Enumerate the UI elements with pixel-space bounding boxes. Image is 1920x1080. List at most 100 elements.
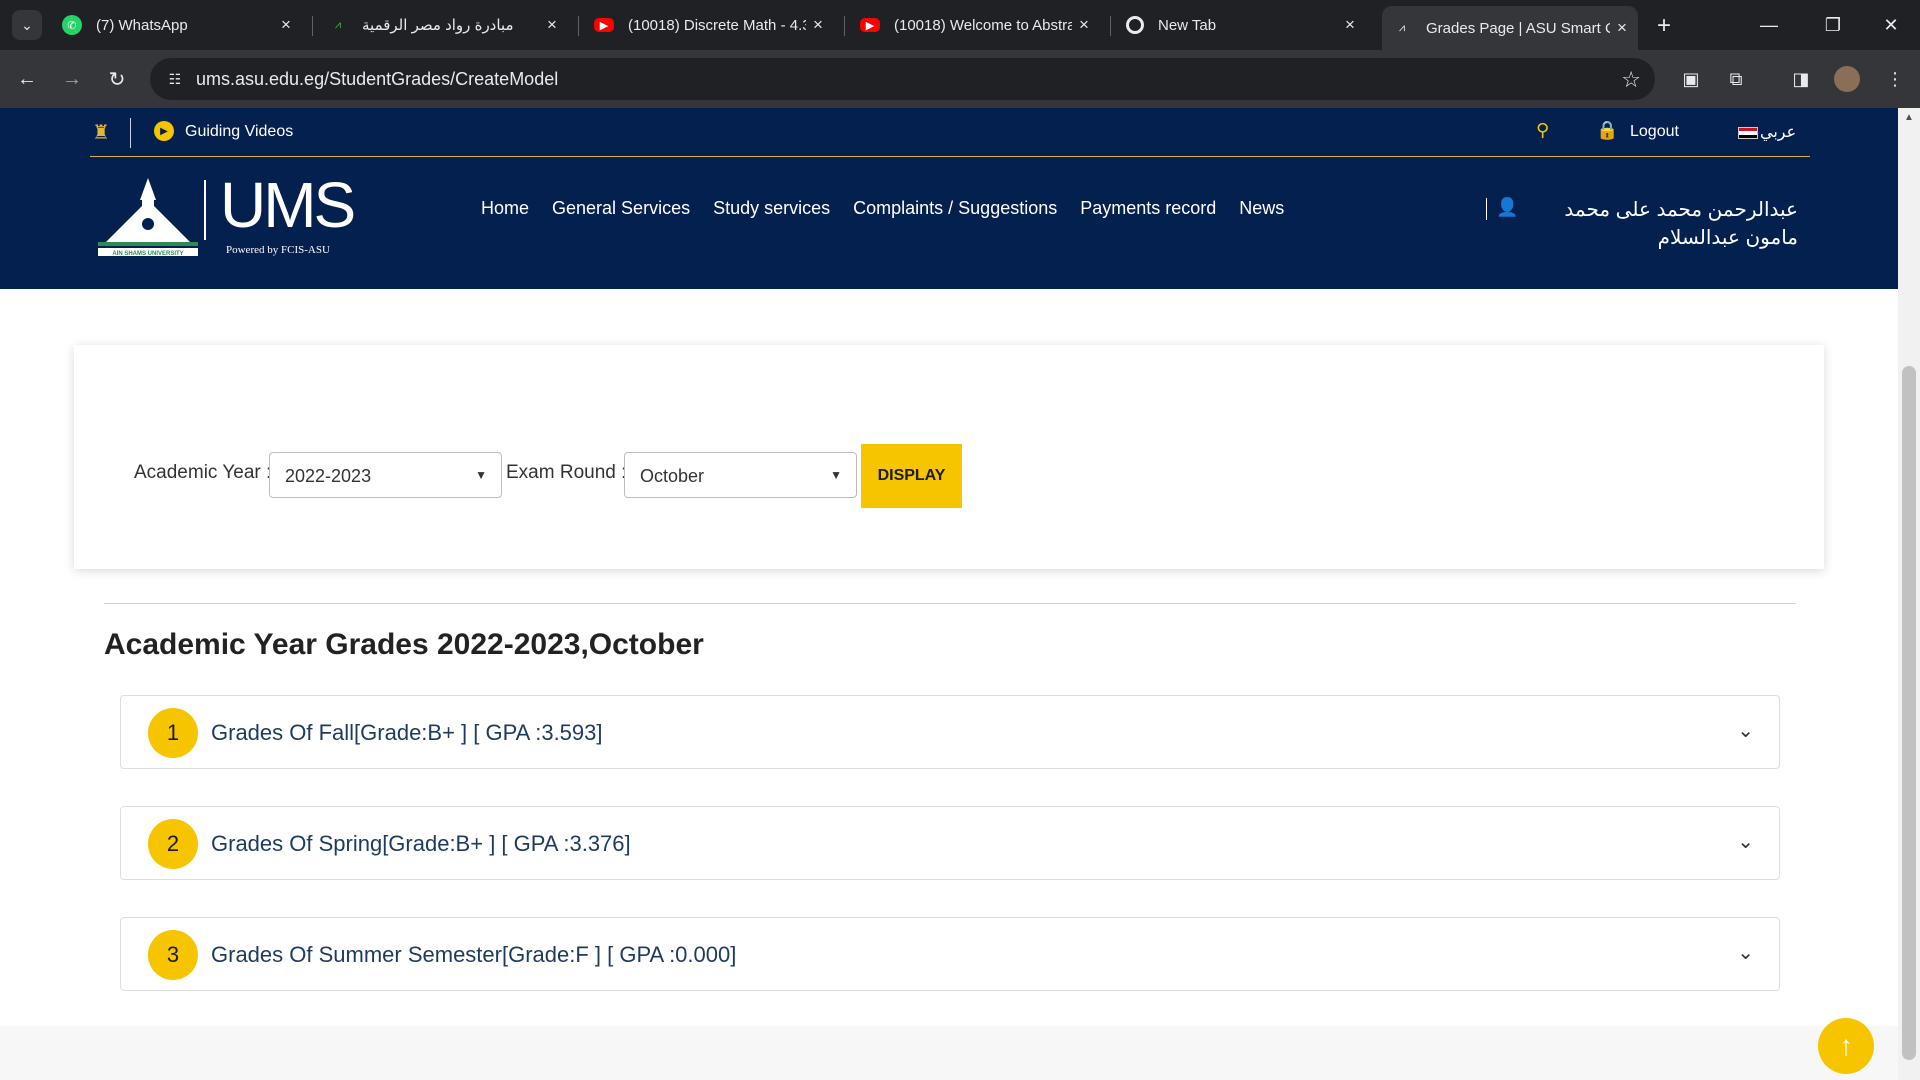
chevron-down-icon[interactable]: ⌄ — [1737, 718, 1754, 743]
powered-by-text: Powered by FCIS-ASU — [226, 244, 330, 256]
tab-abstract[interactable]: ▶ (10018) Welcome to Abstra × — [850, 8, 1100, 42]
tab-separator — [1110, 16, 1111, 36]
nav-study-services[interactable]: Study services — [713, 198, 830, 219]
ums-logo-text: UMS — [220, 169, 356, 241]
university-label: AIN SHAMS UNIVERSITY — [112, 251, 183, 257]
divider — [130, 118, 131, 148]
tab-title: (7) WhatsApp — [96, 16, 188, 34]
ain-shams-logo-icon: AIN SHAMS UNIVERSITY — [98, 178, 198, 257]
close-icon: ✕ — [1883, 14, 1899, 35]
nav-general-services[interactable]: General Services — [552, 198, 690, 219]
semester-number-badge: 2 — [148, 819, 198, 869]
close-icon[interactable]: × — [1338, 13, 1362, 37]
youtube-icon: ▶ — [860, 18, 880, 32]
logout-link[interactable]: Logout — [1630, 123, 1679, 141]
semester-number-badge: 3 — [148, 930, 198, 980]
caret-down-icon: ▼ — [475, 468, 487, 482]
restore-icon: ❐ — [1824, 14, 1842, 35]
scroll-up-arrow-icon[interactable]: ▲ — [1904, 112, 1914, 123]
tab-rowad[interactable]: ⩘ مبادرة رواد مصر الرقمية × — [318, 8, 568, 42]
browser-tab-bar: ⌄ ✆ (7) WhatsApp × ⩘ مبادرة رواد مصر الر… — [0, 0, 1920, 50]
top-strip: ♜ ▶ Guiding Videos ⚲ 🔒 Logout عربي — [90, 108, 1810, 157]
tab-title: Grades Page | ASU Smart C — [1426, 19, 1610, 37]
close-icon[interactable]: × — [540, 13, 564, 37]
tab-search-button[interactable]: ⌄ — [12, 10, 42, 40]
semester-number-badge: 1 — [148, 708, 198, 758]
minimize-button[interactable]: — — [1754, 10, 1784, 40]
reload-button[interactable]: ↻ — [102, 64, 132, 94]
scrollbar-thumb[interactable] — [1902, 366, 1916, 1060]
academic-year-select[interactable]: 2022-2023 ▼ — [269, 452, 502, 498]
arrow-right-icon: → — [62, 67, 82, 90]
profile-avatar[interactable] — [1834, 66, 1860, 92]
menu-icon[interactable]: ⋮ — [1880, 64, 1910, 94]
close-window-button[interactable]: ✕ — [1876, 10, 1906, 40]
url-text: ums.asu.edu.eg/StudentGrades/CreateModel — [196, 69, 559, 89]
screencast-icon[interactable]: ▣ — [1676, 64, 1706, 94]
side-panel-icon[interactable]: ◨ — [1786, 64, 1816, 94]
chevron-down-icon[interactable]: ⌄ — [1737, 829, 1754, 854]
logo-divider — [204, 180, 206, 240]
nav-complaints-suggestions[interactable]: Complaints / Suggestions — [853, 198, 1057, 219]
tab-grades-page[interactable]: ⩘ Grades Page | ASU Smart C × — [1382, 6, 1638, 50]
semester-label: Grades Of Fall[Grade:B+ ] [ GPA :3.593] — [211, 720, 603, 745]
nav-payments-record[interactable]: Payments record — [1080, 198, 1216, 219]
tab-title: مبادرة رواد مصر الرقمية — [362, 17, 514, 34]
tab-separator — [312, 16, 313, 36]
exam-round-value: October — [640, 466, 705, 486]
semester-label: Grades Of Summer Semester[Grade:F ] [ GP… — [211, 942, 737, 967]
rowad-icon: ⩘ — [334, 18, 342, 31]
play-icon[interactable]: ▶ — [154, 121, 174, 141]
caret-down-icon: ▼ — [830, 468, 842, 482]
tab-title: (10018) Welcome to Abstra — [894, 16, 1072, 34]
tab-title: New Tab — [1158, 16, 1217, 34]
scroll-to-top-button[interactable]: ↑ — [1818, 1018, 1874, 1074]
asu-icon: ⩘ — [1398, 21, 1406, 34]
minimize-icon: — — [1760, 14, 1778, 35]
site-info-icon[interactable]: ☷ — [164, 68, 186, 90]
chevron-down-icon: ⌄ — [21, 16, 33, 33]
whatsapp-icon: ✆ — [62, 15, 82, 35]
tab-discrete-math[interactable]: ▶ (10018) Discrete Math - 4.3 × — [584, 8, 834, 42]
semester-label: Grades Of Spring[Grade:B+ ] [ GPA :3.376… — [211, 831, 631, 856]
nav-home[interactable]: Home — [481, 198, 529, 219]
close-icon[interactable]: × — [1072, 13, 1096, 37]
main-nav: Home General Services Study services Com… — [481, 198, 1307, 219]
accordion-semester-spring[interactable]: 2 Grades Of Spring[Grade:B+ ] [ GPA :3.3… — [120, 806, 1780, 880]
footer-strip — [0, 1026, 1898, 1080]
exam-round-select[interactable]: October ▼ — [624, 452, 857, 498]
bookmark-star-icon[interactable]: ☆ — [1621, 67, 1641, 93]
reload-icon: ↻ — [108, 68, 126, 91]
address-bar[interactable]: ☷ ums.asu.edu.eg/StudentGrades/CreateMod… — [150, 58, 1655, 100]
ums-logo[interactable]: AIN SHAMS UNIVERSITY UMS Powered by FCIS… — [96, 166, 356, 258]
accordion-semester-fall[interactable]: 1 Grades Of Fall[Grade:B+ ] [ GPA :3.593… — [120, 695, 1780, 769]
chevron-down-icon[interactable]: ⌄ — [1737, 940, 1754, 965]
display-button[interactable]: DISPLAY — [861, 444, 962, 508]
egypt-emblem-icon: ♜ — [92, 121, 110, 144]
plus-icon: + — [1656, 12, 1671, 39]
close-icon[interactable]: × — [1610, 16, 1634, 40]
tab-new-tab[interactable]: New Tab × — [1116, 8, 1366, 42]
nav-news[interactable]: News — [1239, 198, 1284, 219]
academic-year-label: Academic Year : — [134, 462, 272, 483]
user-divider — [1486, 198, 1487, 220]
close-icon[interactable]: × — [806, 13, 830, 37]
new-tab-button[interactable]: + — [1650, 12, 1678, 40]
tab-separator — [578, 16, 579, 36]
extensions-icon[interactable]: ⧉ — [1721, 64, 1751, 94]
grades-filter-card: Academic Year : 2022-2023 ▼ Exam Round :… — [74, 345, 1824, 569]
lock-icon: 🔒 — [1596, 120, 1619, 140]
accordion-semester-summer[interactable]: 3 Grades Of Summer Semester[Grade:F ] [ … — [120, 917, 1780, 991]
restore-button[interactable]: ❐ — [1818, 10, 1848, 40]
page-scrollbar[interactable]: ▲ — [1898, 108, 1920, 1080]
close-icon[interactable]: × — [274, 13, 298, 37]
language-switch[interactable]: عربي — [1760, 122, 1796, 142]
search-icon[interactable]: ⚲ — [1536, 120, 1549, 141]
tab-whatsapp[interactable]: ✆ (7) WhatsApp × — [52, 8, 302, 42]
back-button[interactable]: ← — [12, 64, 42, 94]
academic-year-value: 2022-2023 — [285, 466, 372, 486]
forward-button[interactable]: → — [57, 64, 87, 94]
chrome-icon — [1126, 16, 1144, 34]
guiding-videos-link[interactable]: Guiding Videos — [185, 123, 293, 141]
user-name[interactable]: عبدالرحمن محمد على محمد مامون عبدالسلام — [1508, 196, 1798, 252]
